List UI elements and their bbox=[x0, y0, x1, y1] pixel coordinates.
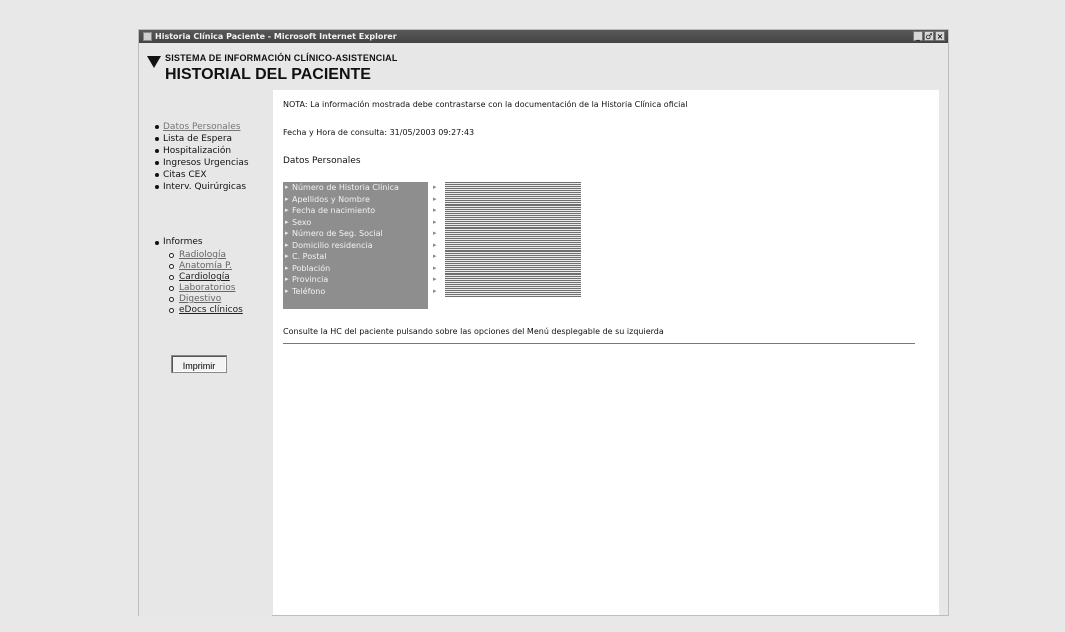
page-header: SISTEMA DE INFORMACIÓN CLÍNICO-ASISTENCI… bbox=[139, 43, 948, 90]
link-radiologia[interactable]: Radiología bbox=[169, 250, 243, 261]
collapse-triangle-icon[interactable] bbox=[147, 56, 161, 68]
sidebar-item-interv-quirurgicas[interactable]: Interv. Quirúrgicas bbox=[155, 181, 249, 193]
redacted-value bbox=[445, 205, 581, 217]
maximize-button[interactable]: ♂ bbox=[924, 31, 934, 41]
field-label: Fecha de nacimiento bbox=[283, 205, 428, 217]
instruction-text: Consulte la HC del paciente pulsando sob… bbox=[283, 327, 664, 336]
arrow-icon: ▸ bbox=[433, 229, 437, 237]
notice-text: NOTA: La información mostrada debe contr… bbox=[283, 100, 688, 109]
redacted-value bbox=[445, 251, 581, 263]
redacted-value bbox=[445, 285, 581, 297]
redacted-value bbox=[445, 239, 581, 251]
redacted-value bbox=[445, 228, 581, 240]
informes-submenu: Radiología Anatomía P. Cardiología Labor… bbox=[169, 250, 243, 316]
minimize-button[interactable]: _ bbox=[913, 31, 923, 41]
browser-window: Historia Clínica Paciente - Microsoft In… bbox=[138, 29, 949, 616]
redacted-value bbox=[445, 274, 581, 286]
arrow-icon: ▸ bbox=[433, 217, 437, 226]
field-label: Apellidos y Nombre bbox=[283, 194, 428, 206]
field-label: Población bbox=[283, 263, 428, 275]
personal-data-table: Número de Historia Clínica Apellidos y N… bbox=[283, 182, 581, 309]
sidebar-item-hospitalizacion[interactable]: Hospitalización bbox=[155, 145, 249, 157]
sidebar: Datos Personales Lista de Espera Hospita… bbox=[139, 90, 272, 616]
main-content: NOTA: La información mostrada debe contr… bbox=[273, 90, 939, 615]
field-label: Provincia bbox=[283, 274, 428, 286]
sidebar-menu: Datos Personales Lista de Espera Hospita… bbox=[155, 121, 249, 193]
field-label: Número de Seg. Social bbox=[283, 228, 428, 240]
redacted-value bbox=[445, 182, 581, 194]
print-button[interactable]: Imprimir bbox=[171, 355, 227, 373]
arrow-column: ▸ ▸ ▸ ▸ ▸ ▸ ▸ ▸ ▸ ▸ bbox=[433, 182, 443, 309]
arrow-icon: ▸ bbox=[433, 240, 437, 249]
system-title: SISTEMA DE INFORMACIÓN CLÍNICO-ASISTENCI… bbox=[165, 53, 398, 63]
arrow-icon: ▸ bbox=[433, 206, 437, 214]
ie-icon bbox=[143, 32, 152, 41]
link-edocs-clinicos[interactable]: eDocs clínicos bbox=[169, 305, 243, 316]
divider bbox=[283, 343, 915, 344]
arrow-icon: ▸ bbox=[433, 194, 437, 203]
field-label: C. Postal bbox=[283, 251, 428, 263]
close-button[interactable]: × bbox=[935, 31, 945, 41]
field-labels: Número de Historia Clínica Apellidos y N… bbox=[283, 182, 428, 309]
field-label: Sexo bbox=[283, 217, 428, 229]
title-bar: Historia Clínica Paciente - Microsoft In… bbox=[139, 30, 948, 43]
redacted-value bbox=[445, 262, 581, 274]
field-label: Domicilio residencia bbox=[283, 240, 428, 252]
arrow-icon: ▸ bbox=[433, 252, 437, 260]
redacted-value bbox=[445, 193, 581, 205]
sidebar-item-datos-personales[interactable]: Datos Personales bbox=[155, 121, 249, 133]
arrow-icon: ▸ bbox=[433, 263, 437, 272]
field-values bbox=[445, 182, 581, 309]
redacted-value bbox=[445, 216, 581, 228]
link-laboratorios[interactable]: Laboratorios bbox=[169, 283, 243, 294]
sidebar-item-informes[interactable]: Informes bbox=[155, 237, 203, 247]
field-label: Número de Historia Clínica bbox=[283, 182, 428, 194]
window-controls: _ ♂ × bbox=[913, 31, 945, 41]
page-title: HISTORIAL DEL PACIENTE bbox=[165, 66, 371, 83]
consult-timestamp: Fecha y Hora de consulta: 31/05/2003 09:… bbox=[283, 128, 475, 137]
arrow-icon: ▸ bbox=[433, 275, 437, 283]
section-title: Datos Personales bbox=[283, 156, 361, 166]
field-label: Teléfono bbox=[283, 286, 428, 298]
sidebar-item-citas-cex[interactable]: Citas CEX bbox=[155, 169, 249, 181]
sidebar-item-lista-espera[interactable]: Lista de Espera bbox=[155, 133, 249, 145]
arrow-icon: ▸ bbox=[433, 286, 437, 295]
window-title: Historia Clínica Paciente - Microsoft In… bbox=[155, 32, 397, 41]
link-cardiologia[interactable]: Cardiología bbox=[169, 272, 243, 283]
link-anatomia[interactable]: Anatomía P. bbox=[169, 261, 243, 272]
sidebar-item-ingresos-urgencias[interactable]: Ingresos Urgencias bbox=[155, 157, 249, 169]
link-digestivo[interactable]: Digestivo bbox=[169, 294, 243, 305]
arrow-icon: ▸ bbox=[433, 183, 437, 191]
